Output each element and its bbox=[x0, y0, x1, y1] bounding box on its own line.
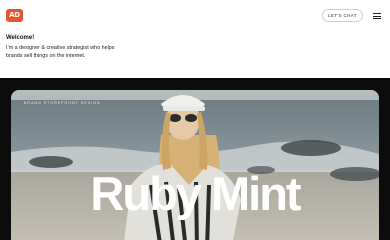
welcome-heading: Welcome! bbox=[6, 35, 35, 41]
hamburger-menu-icon[interactable] bbox=[373, 13, 381, 19]
hero-title: Ruby Mint bbox=[90, 167, 301, 220]
logo[interactable]: AD bbox=[6, 9, 23, 22]
page: AD LET'S CHAT Welcome! I’m a designer & … bbox=[0, 0, 390, 240]
hero-tag: BRAND STOREFRONT DESIGN bbox=[24, 101, 101, 105]
site-header: AD LET'S CHAT bbox=[0, 0, 390, 30]
lets-chat-button[interactable]: LET'S CHAT bbox=[322, 9, 363, 22]
intro-text: I’m a designer & creative strategist who… bbox=[6, 45, 115, 59]
hero-card[interactable]: BRAND STOREFRONT DESIGN Ruby Mint bbox=[11, 90, 379, 240]
